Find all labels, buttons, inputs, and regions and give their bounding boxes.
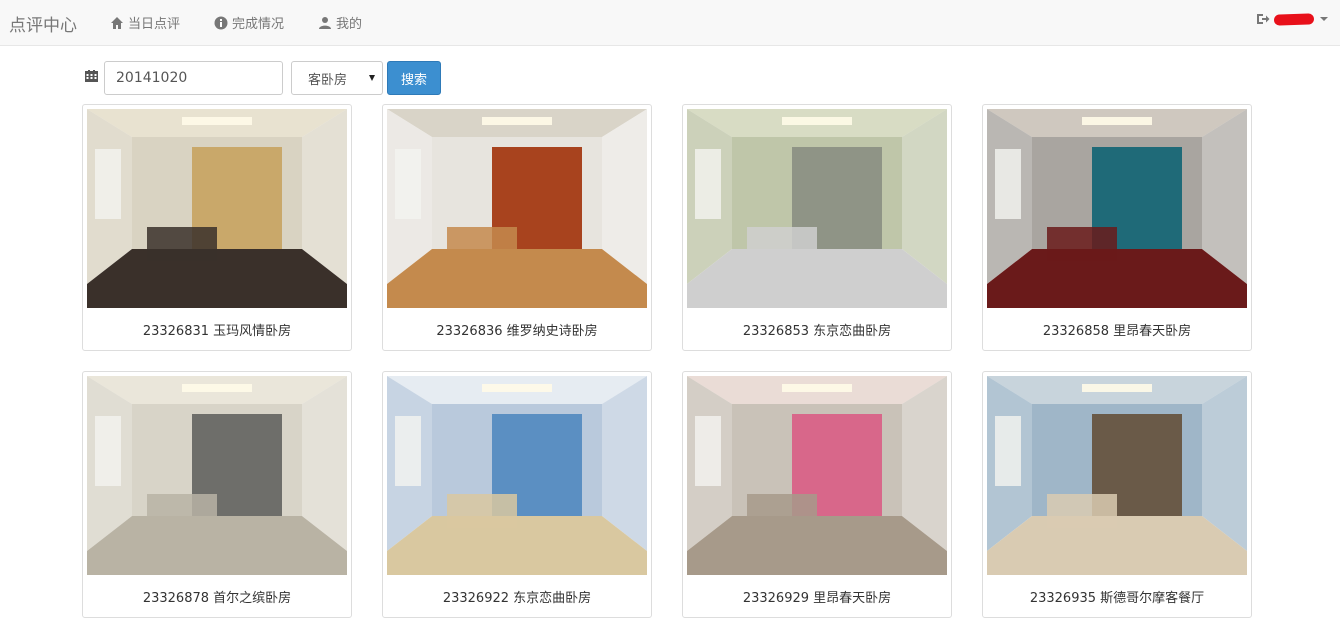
nav-item-label: 我的 [336,17,363,32]
room-image [387,109,647,308]
room-thumbnail[interactable] [87,376,347,575]
room-thumbnail[interactable] [987,376,1247,575]
room-caption[interactable]: 23326858 里昂春天卧房 [983,320,1251,339]
room-card[interactable]: 23326858 里昂春天卧房 [982,104,1252,351]
room-thumbnail[interactable] [387,109,647,308]
room-image [687,109,947,308]
room-image [387,376,647,575]
room-type-select[interactable]: 客卧房 [291,61,383,95]
calendar-icon [85,70,98,82]
info-circle-icon [214,16,228,29]
room-type-selected: 客卧房 [308,72,348,88]
search-button[interactable]: 搜索 [387,61,441,95]
room-caption[interactable]: 23326878 首尔之缤卧房 [83,587,351,606]
room-card[interactable]: 23326878 首尔之缤卧房 [82,371,352,618]
nav-item-label: 完成情况 [232,17,285,32]
room-card[interactable]: 23326853 东京恋曲卧房 [682,104,952,351]
room-caption[interactable]: 23326831 玉玛风情卧房 [83,320,351,339]
nav-item-mine[interactable]: 我的 [318,13,362,32]
room-caption[interactable]: 23326929 里昂春天卧房 [683,587,951,606]
room-image [87,109,347,308]
room-card[interactable]: 23326831 玉玛风情卧房 [82,104,352,351]
room-caption[interactable]: 23326935 斯德哥尔摩客餐厅 [983,587,1251,606]
brand-title[interactable]: 点评中心 [9,11,77,36]
room-caption[interactable]: 23326853 东京恋曲卧房 [683,320,951,339]
user-name-redacted [1273,12,1315,26]
top-navbar: 点评中心 当日点评 完成情况 我的 [0,0,1340,46]
room-thumbnail[interactable] [387,376,647,575]
room-thumbnail[interactable] [687,376,947,575]
user-icon [319,16,331,29]
room-caption[interactable]: 23326922 东京恋曲卧房 [383,587,651,606]
caret-down-icon [369,75,375,81]
nav-item-daily-review[interactable]: 当日点评 [110,13,180,32]
room-card[interactable]: 23326935 斯德哥尔摩客餐厅 [982,371,1252,618]
room-image [87,376,347,575]
room-caption[interactable]: 23326836 维罗纳史诗卧房 [383,320,651,339]
user-menu-toggle[interactable] [1256,12,1328,26]
chevron-down-icon [1320,17,1328,21]
room-image [987,109,1247,308]
room-thumbnail[interactable] [987,109,1247,308]
date-input[interactable] [104,61,283,95]
nav-item-completion[interactable]: 完成情况 [214,13,284,32]
room-thumbnail[interactable] [687,109,947,308]
logout-icon [1257,14,1270,24]
room-card[interactable]: 23326836 维罗纳史诗卧房 [382,104,652,351]
room-image [687,376,947,575]
room-card[interactable]: 23326929 里昂春天卧房 [682,371,952,618]
room-card[interactable]: 23326922 东京恋曲卧房 [382,371,652,618]
room-image [987,376,1247,575]
home-icon [111,16,123,29]
nav-item-label: 当日点评 [128,17,181,32]
room-thumbnail[interactable] [87,109,347,308]
